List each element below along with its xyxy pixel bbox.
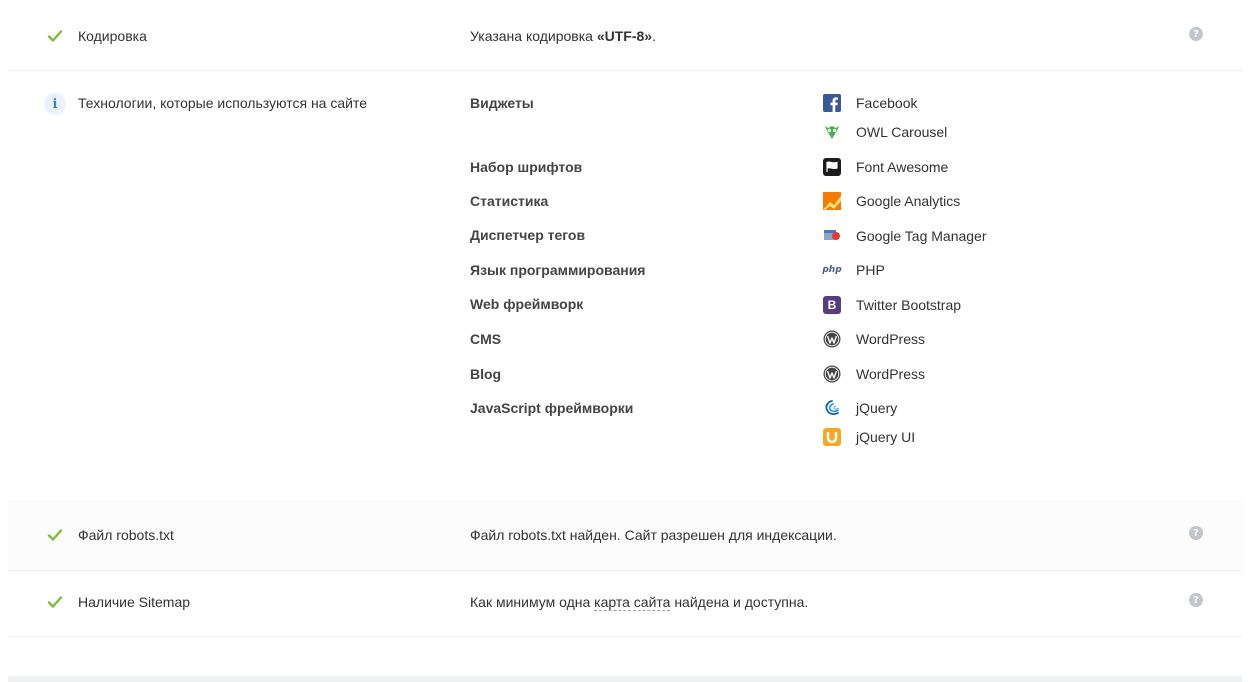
jquery-icon [822,398,842,418]
php-icon: php [822,265,842,275]
technology-name: Google Tag Manager [856,228,987,244]
category-label: CMS [470,331,502,347]
category-label: JavaScript фреймворки [470,400,634,416]
technology-item: WordPress [822,329,925,349]
technology-name: PHP [856,262,885,278]
technology-item: Google Tag Manager [822,226,987,246]
check-icon [44,524,66,546]
technologies-row: i Технологии, которые используются на са… [8,71,1242,500]
check-icon [44,25,66,47]
technology-name: Google Analytics [856,193,961,209]
wordpress-icon [822,329,842,349]
encoding-desc-suffix: . [652,28,656,44]
encoding-desc-prefix: Указана кодировка [470,28,597,44]
technology-item: php PHP [822,260,885,280]
jquery-ui-icon [822,427,842,447]
technology-name: jQuery UI [856,429,916,445]
bootstrap-badge: B [823,296,841,314]
category-label: Blog [470,366,502,382]
encoding-row: Кодировка Указана кодировка «UTF-8». ? [8,0,1242,70]
technology-name: OWL Carousel [856,124,948,140]
facebook-icon [822,93,842,113]
technology-name: Twitter Bootstrap [856,297,962,313]
category-label: Web фреймворк [470,296,584,312]
sitemap-link[interactable]: карта сайта [594,594,671,611]
robots-description: Файл robots.txt найден. Сайт разрешен дл… [470,527,837,543]
font-awesome-icon [822,157,842,177]
sitemap-desc-prefix: Как минимум одна [470,594,595,610]
technology-item: Font Awesome [822,157,948,177]
divider [8,636,1242,637]
technologies-label: Технологии, которые используются на сайт… [78,95,367,111]
category-label: Статистика [470,193,549,209]
robots-row: Файл robots.txt Файл robots.txt найден. … [8,500,1242,570]
technology-item: jQuery UI [822,427,915,447]
category-label: Язык программирования [470,262,646,278]
technology-item: Facebook [822,93,917,113]
seo-audit-panel: Кодировка Указана кодировка «UTF-8». ? i… [8,0,1242,676]
technology-item: Google Analytics [822,191,960,211]
sitemap-row: Наличие Sitemap Как минимум одна карта с… [8,571,1242,636]
technology-name: WordPress [856,331,925,347]
technology-name: Facebook [856,95,918,111]
encoding-label: Кодировка [78,28,147,44]
encoding-value: «UTF-8» [596,28,653,44]
category-label: Набор шрифтов [470,159,583,175]
category-label: Виджеты [470,95,534,111]
sitemap-label: Наличие Sitemap [78,594,191,610]
help-icon[interactable]: ? [1189,526,1203,540]
technology-item: B Twitter Bootstrap [822,295,961,315]
check-icon [44,591,66,613]
technology-name: WordPress [856,366,925,382]
google-tag-manager-icon [822,226,842,246]
robots-label: Файл robots.txt [78,527,174,543]
sitemap-description: Как минимум одна карта сайта найдена и д… [470,594,809,611]
owl-carousel-icon [822,122,842,142]
category-label: Диспетчер тегов [470,227,586,243]
sitemap-desc-suffix: найдена и доступна. [670,594,809,610]
help-icon[interactable]: ? [1189,593,1203,607]
wordpress-icon [822,364,842,384]
info-icon: i [44,93,66,115]
panel-bottom-border [8,676,1242,682]
technology-item: WordPress [822,364,925,384]
google-analytics-icon [822,191,842,211]
technology-item: OWL Carousel [822,122,947,142]
help-icon[interactable]: ? [1189,27,1203,41]
bootstrap-icon: B [822,295,842,315]
encoding-description: Указана кодировка «UTF-8». [470,28,656,44]
technology-item: jQuery [822,398,897,418]
technology-name: Font Awesome [856,159,949,175]
technology-name: jQuery [856,400,898,416]
